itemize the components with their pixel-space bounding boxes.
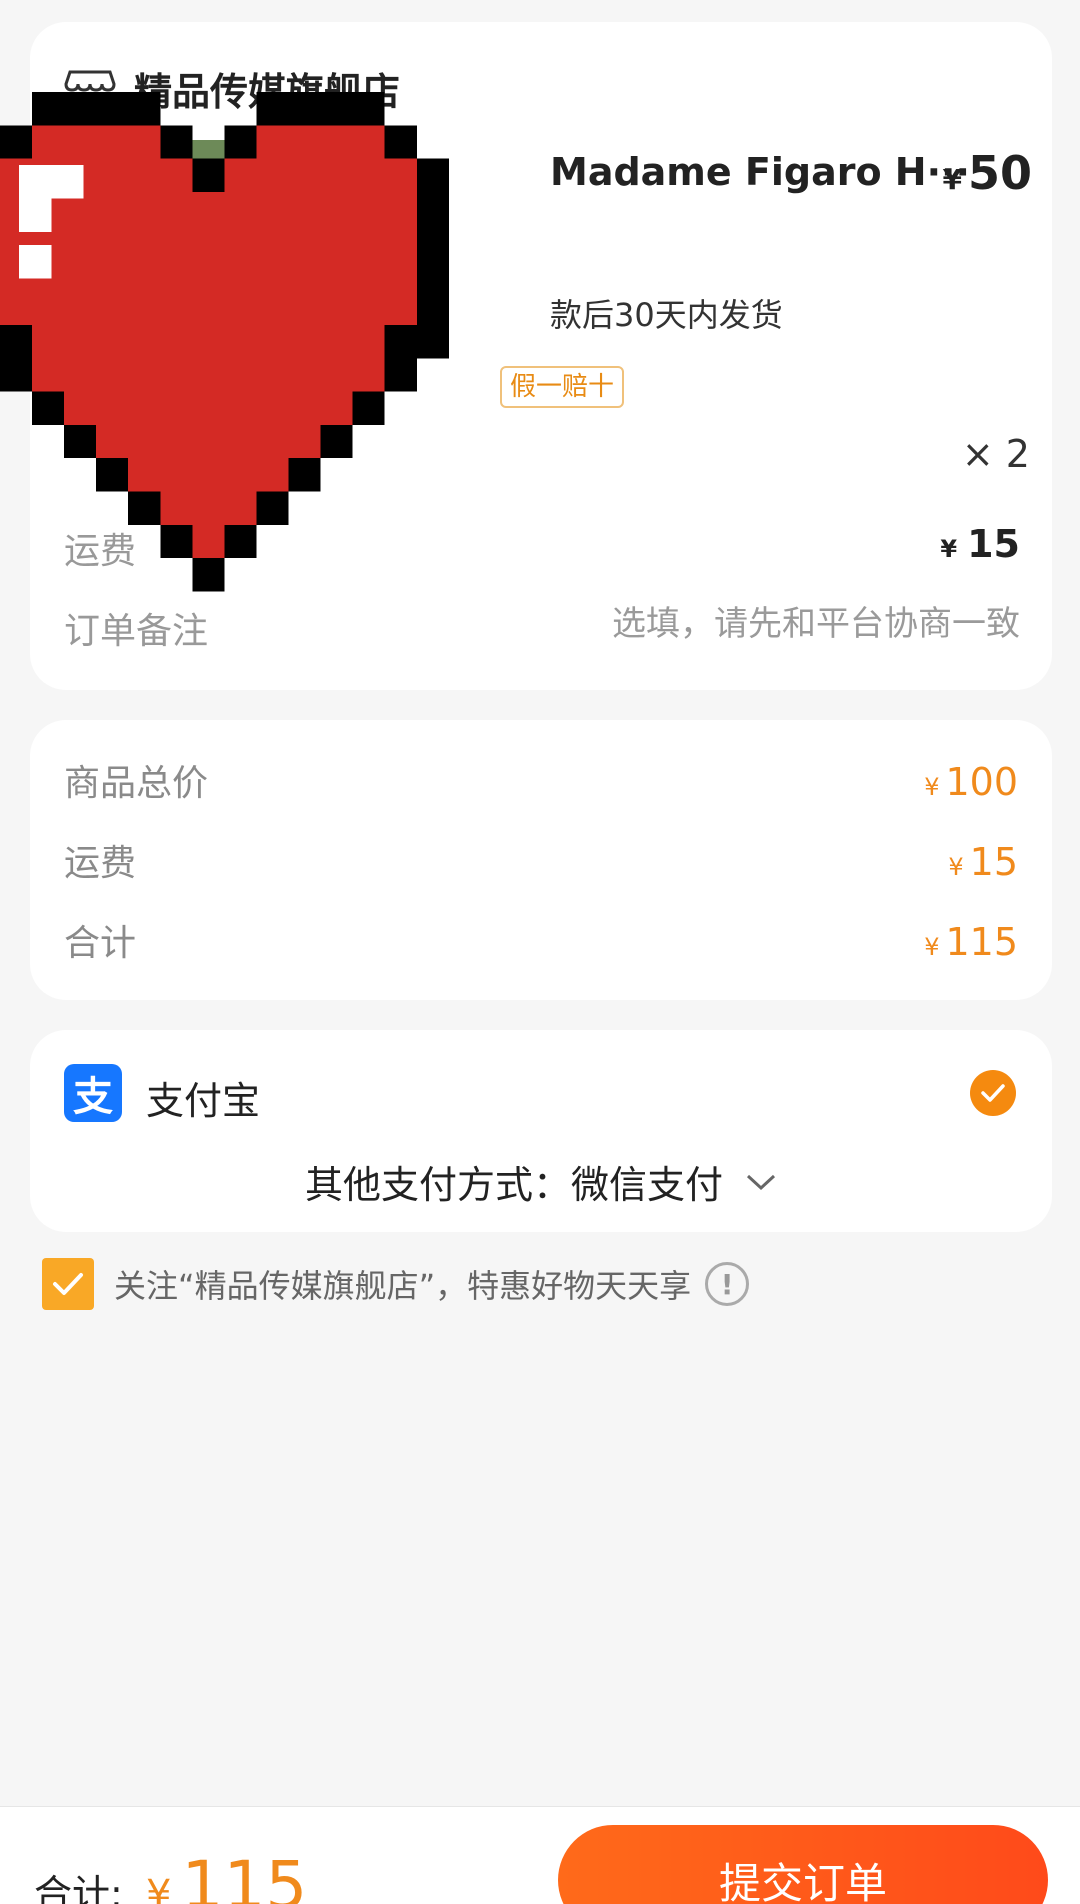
- info-icon[interactable]: !: [705, 1262, 750, 1306]
- summary-label: 合计: [64, 923, 137, 964]
- summary-row-goods: 商品总价 ¥ 100: [64, 754, 1018, 806]
- bottom-total-label: 合计:: [34, 1872, 123, 1904]
- freight-value: ¥ 15: [940, 522, 1020, 566]
- summary-amount: 100: [945, 760, 1018, 804]
- payment-selected-check-icon[interactable]: [970, 1070, 1016, 1116]
- bottom-total-value: ¥ 115: [146, 1847, 307, 1904]
- freight-amount: 15: [967, 522, 1020, 566]
- summary-value: ¥ 115: [924, 920, 1018, 964]
- other-payment-selector[interactable]: 其他支付方式：微信支付: [30, 1154, 1052, 1209]
- price-value: 50: [967, 146, 1032, 200]
- summary-label: 商品总价: [64, 763, 209, 804]
- summary-row-total: 合计 ¥ 115: [64, 914, 1018, 966]
- bottom-checkout-bar: 合计: ¥ 115 提交订单: [0, 1806, 1080, 1904]
- payment-card: 支 支付宝 其他支付方式：微信支付: [30, 1030, 1052, 1232]
- summary-amount: 15: [969, 840, 1018, 884]
- checkout-page: 精品传媒旗舰店 Madame Figaro H··· ¥ 50 款后30天内发货…: [0, 0, 1080, 1904]
- summary-value: ¥ 100: [924, 760, 1018, 804]
- summary-label: 运费: [64, 843, 137, 884]
- submit-order-button[interactable]: 提交订单: [558, 1825, 1048, 1904]
- summary-row-freight: 运费 ¥ 15: [64, 834, 1018, 886]
- price-summary-card: 商品总价 ¥ 100 运费 ¥ 15 合计 ¥ 115: [30, 720, 1052, 1000]
- pixel-heart-sticker: [0, 92, 449, 592]
- price-currency: ¥: [942, 163, 962, 196]
- shipping-note: 款后30天内发货: [550, 296, 783, 334]
- follow-store-row: 关注“精品传媒旗舰店”，特惠好物天天享 !: [42, 1258, 750, 1310]
- alipay-icon: 支: [64, 1064, 122, 1122]
- summary-amount: 115: [945, 920, 1018, 964]
- follow-checkbox[interactable]: [42, 1258, 94, 1310]
- product-price: ¥ 50: [943, 146, 1033, 200]
- bottom-total-amount: 115: [181, 1847, 308, 1904]
- summary-currency: ¥: [924, 933, 940, 961]
- bottom-total-currency: ¥: [146, 1872, 172, 1904]
- summary-value: ¥ 15: [948, 840, 1018, 884]
- product-title[interactable]: Madame Figaro H···: [550, 150, 970, 194]
- other-payment-label: 其他支付方式：微信支付: [304, 1163, 723, 1207]
- quantity-label: × 2: [961, 432, 1030, 476]
- payment-method-label[interactable]: 支付宝: [146, 1070, 260, 1125]
- summary-currency: ¥: [924, 773, 940, 801]
- follow-store-text: 关注“精品传媒旗舰店”，特惠好物天天享: [114, 1267, 692, 1305]
- chevron-down-icon: [746, 1174, 776, 1190]
- freight-currency: ¥: [940, 535, 958, 563]
- summary-currency: ¥: [948, 853, 964, 881]
